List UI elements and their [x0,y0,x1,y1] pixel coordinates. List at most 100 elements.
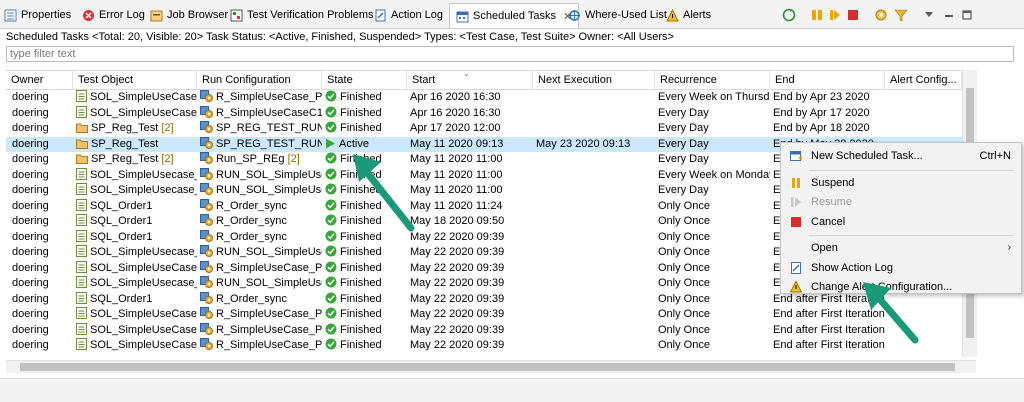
menu-item-label: Resume [811,196,852,208]
annotation-arrow-alert-config [863,282,919,344]
recurrence-text: Only Once [658,292,710,305]
recurrence-text: Only Once [658,323,710,336]
column-header-next-execution[interactable]: Next Execution [533,71,655,89]
column-header-run-configuration[interactable]: Run Configuration [197,71,322,89]
minimize-icon[interactable] [942,8,956,22]
finished-check-icon [325,90,337,102]
tab-where-used-list[interactable]: Where-Used List [568,4,667,26]
tab-action-log[interactable]: Action Log [374,4,443,26]
column-header-end[interactable]: End [770,71,885,89]
new-task-icon [790,151,802,161]
owner-text: doering [12,184,49,196]
start-text: May 22 2020 09:39 [410,246,505,258]
cell-alert-config [885,106,962,122]
tab-label: Job Browser [167,9,229,21]
tab-alerts[interactable]: Alerts [666,4,711,26]
alert-config-icon [790,281,802,293]
column-header-alert-config[interactable]: Alert Config... [885,71,962,89]
refresh-icon[interactable] [782,8,796,22]
state-text: Finished [340,292,382,305]
column-header-start[interactable]: Start [407,71,533,89]
cell-start: May 11 2020 11:00 [407,152,533,168]
cell-recurrence: Only Once [655,307,770,323]
tab-test-verification-problems[interactable]: Test Verification Problems [230,4,374,26]
test-object-text: SQL_Order1 [90,292,153,305]
suspend-toolbar-icon[interactable] [810,8,824,22]
menu-item-cancel[interactable]: Cancel [781,213,1021,231]
task-summary: Scheduled Tasks <Total: 20, Visible: 20>… [6,31,674,43]
run-configuration-text: R_SimpleUseCase_Para [216,261,322,274]
recurrence-text: Every Day [658,137,709,150]
state-text: Finished [340,91,382,103]
resume-toolbar-icon[interactable] [828,8,842,22]
test-object-text: SOL_SimpleUseCase_Pa [90,91,197,103]
annotation-arrow-active [353,154,415,232]
test-object-text: SOL_SimpleUsecase_Va [90,184,197,196]
filter-settings-icon[interactable] [894,8,908,22]
menu-item-show-action-log[interactable]: Show Action Log [781,259,1021,277]
state-text: Finished [340,308,382,320]
cancel-toolbar-icon[interactable] [846,8,860,22]
table-row[interactable]: doering SOL_SimpleUseCase_Pa R_SimpleUseCa… [6,90,962,106]
run-configuration-text: RUN_SOL_SimpleUseca [216,277,322,289]
cell-start: May 11 2020 09:13 [407,137,533,153]
cell-owner: doering [6,261,73,277]
test-object-text: SQL_Order1 [90,199,153,212]
cell-test-object: SOL_SimpleUseCase_Pa [73,338,197,354]
cell-owner: doering [6,245,73,261]
table-row[interactable]: doering SOL_SimpleUseCase_Pa R_SimpleUseCa… [6,307,962,323]
cell-next-execution [533,183,655,199]
submenu-chevron-icon: › [1007,242,1011,253]
scheduled-tasks-icon [456,11,469,22]
cell-test-object: SQL_Order1 [73,198,197,215]
tab-job-browser[interactable]: Job Browser [150,4,228,26]
cell-recurrence: Every Day [655,121,770,137]
menu-item-open[interactable]: Open › [781,239,1021,257]
column-header-test-object[interactable]: Test Object [73,71,197,89]
horizontal-scrollbar[interactable] [6,360,976,373]
cell-test-object: SQL_Order1 [73,291,197,308]
table-row[interactable]: doering SOL_SimpleUseCaseC1 R_SimpleUseCas… [6,105,962,122]
menu-item-new-scheduled-task[interactable]: New Scheduled Task... Ctrl+N [781,147,1021,165]
table-row[interactable]: doering SOL_SimpleUseCase_Pa R_SimpleUseCa… [6,322,962,339]
table-row[interactable]: doeringSP_Reg_Test [2]SP_REG_TEST_RUN [1… [6,121,962,137]
table-row[interactable]: doering SOL_SimpleUseCase_Pa R_SimpleUseCa… [6,338,962,354]
test-object-count: [2] [161,153,174,165]
menu-item-resume: Resume [781,193,1021,211]
finished-check-icon [325,276,337,288]
sync-icon[interactable] [874,8,888,22]
cell-owner: doering [6,137,73,153]
maximize-icon[interactable] [960,8,974,22]
column-header-state[interactable]: State [322,71,407,89]
owner-text: doering [12,277,49,289]
cell-owner: doering [6,168,73,184]
column-header-recurrence[interactable]: Recurrence [655,71,770,89]
run-configuration-icon [200,121,213,133]
menu-item-suspend[interactable]: Suspend [781,174,1021,192]
tab-properties[interactable]: Properties [4,4,71,26]
start-text: Apr 16 2020 16:30 [410,106,501,119]
cell-state: Finished [322,276,407,292]
owner-text: doering [12,292,49,305]
finished-check-icon [325,230,337,241]
filter-input[interactable] [6,46,1014,62]
recurrence-text: Only Once [658,215,710,227]
tab-label: Error Log [99,9,145,21]
tab-label: Properties [21,9,72,21]
tab-error-log[interactable]: Error Log [82,4,145,26]
end-text: End by Apr 23 2020 [773,91,870,103]
owner-text: doering [12,246,49,258]
cell-start: May 22 2020 09:39 [407,307,533,323]
column-header-owner[interactable]: Owner [6,71,73,89]
run-configuration-icon [200,183,213,195]
state-text: Finished [340,122,382,134]
status-bar [0,378,1024,402]
run-configuration-text: R_Order_sync [216,292,287,305]
tab-scheduled-tasks[interactable]: Scheduled Tasks ✕ [449,3,580,28]
horizontal-scroll-thumb[interactable] [20,363,955,371]
cell-run-configuration: R_Order_sync [197,198,322,215]
recurrence-text: Only Once [658,199,710,212]
cell-run-configuration: RUN_SOL_SimpleUseca [197,167,322,184]
run-configuration-count: [2] [287,153,300,165]
view-menu-icon[interactable] [922,8,936,22]
